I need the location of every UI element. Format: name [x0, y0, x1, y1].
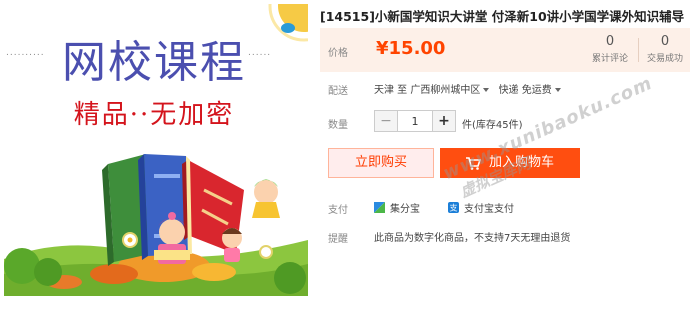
delivery-destination: 广西柳州城中区 — [410, 85, 481, 96]
chevron-down-icon — [554, 88, 561, 92]
price-value: ¥15.00 — [376, 38, 446, 59]
review-count: 0 — [605, 34, 615, 49]
review-count-label: 累计评论 — [591, 54, 628, 64]
svg-text:支: 支 — [450, 203, 458, 213]
payment-option-alipay[interactable]: 支 支付宝支付 — [448, 200, 514, 215]
add-to-cart-label: 加入购物车 — [488, 155, 554, 170]
add-to-cart-button[interactable]: 加入购物车 — [440, 148, 580, 178]
delivery-destination-select[interactable]: 广西柳州城中区 — [410, 85, 498, 96]
shipping-method-select[interactable]: 快递 免运费 — [499, 85, 567, 96]
quantity-input[interactable] — [397, 111, 433, 131]
product-image[interactable]: .......... ...... 网校课程 精品··无加密 — [4, 4, 308, 296]
alipay-icon: 支 — [448, 202, 459, 213]
cart-icon — [465, 156, 481, 170]
payment-option-label: 集分宝 — [390, 204, 420, 215]
quantity-decrease-button[interactable]: − — [375, 111, 397, 131]
notice-text: 此商品为数字化商品，不支持7天无理由退货 — [374, 233, 571, 244]
payment-label: 支付 — [328, 205, 348, 216]
stock-info: 件(库存45件) — [462, 120, 523, 131]
quantity-label: 数量 — [328, 120, 348, 131]
quantity-increase-button[interactable]: + — [433, 111, 455, 131]
notice-label: 提醒 — [328, 234, 348, 245]
sales-count-stat[interactable]: 0 交易成功 — [640, 34, 690, 64]
sales-count-label: 交易成功 — [646, 54, 683, 64]
payment-option-jifenbao[interactable]: 集分宝 — [374, 200, 420, 215]
price-label: 价格 — [328, 48, 348, 59]
image-headline: 网校课程 — [62, 37, 246, 88]
delivery-label: 配送 — [328, 86, 348, 97]
product-title: [14515]小新国学知识大讲堂 付泽新10讲小学国学课外知识辅导 — [320, 9, 685, 24]
stat-divider — [638, 38, 639, 62]
sales-count: 0 — [660, 34, 670, 49]
buy-now-button[interactable]: 立即购买 — [328, 148, 434, 178]
shipping-method: 快递 免运费 — [498, 85, 552, 96]
price-panel: 价格 ¥15.00 0 累计评论 0 交易成功 — [320, 28, 690, 72]
jifenbao-icon — [374, 202, 385, 213]
delivery-info: 天津 至 广西柳州城中区 快递 免运费 — [374, 81, 567, 96]
delivery-origin: 天津 至 — [374, 85, 408, 96]
image-subline: 精品··无加密 — [73, 100, 235, 130]
quantity-stepper: − + — [374, 110, 456, 132]
payment-option-label: 支付宝支付 — [464, 204, 514, 215]
review-count-stat[interactable]: 0 累计评论 — [582, 34, 638, 64]
chevron-down-icon — [483, 88, 490, 92]
